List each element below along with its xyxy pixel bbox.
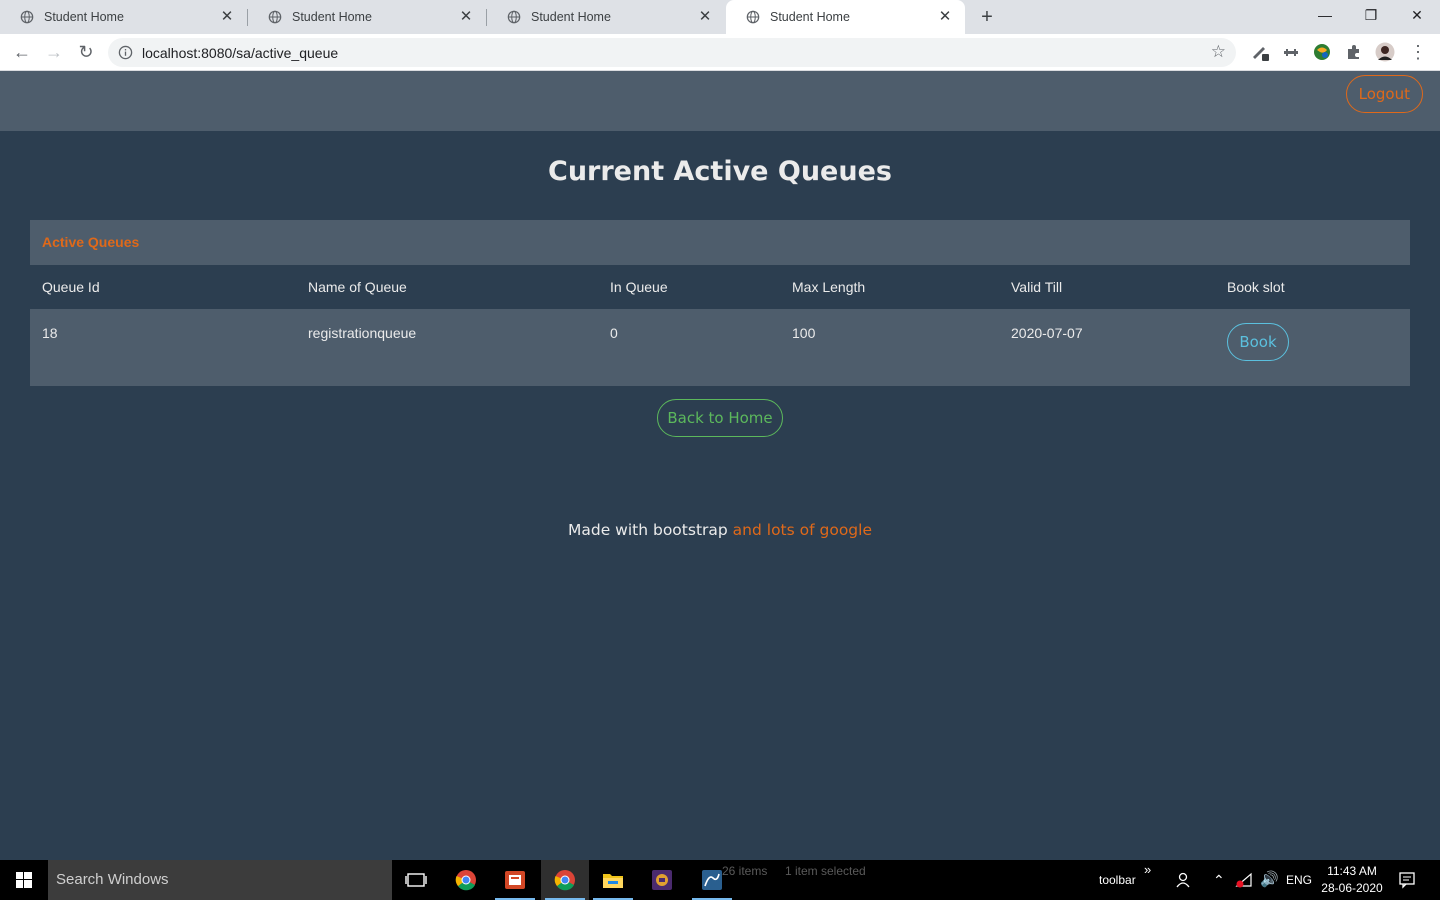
windows-taskbar: Search Windows 26 items 1 item selected … (0, 860, 1440, 900)
close-tab-icon[interactable]: ✕ (937, 9, 953, 25)
language-indicator[interactable]: ENG (1286, 860, 1312, 900)
clock-time: 11:43 AM (1327, 864, 1377, 878)
panel-heading: Active Queues (30, 220, 1410, 265)
task-view-icon[interactable] (392, 860, 440, 900)
game-taskbar-icon[interactable] (638, 860, 686, 900)
cell-valid-till: 2020-07-07 (999, 309, 1215, 386)
site-navbar: Logout (0, 71, 1440, 131)
logout-button[interactable]: Logout (1345, 75, 1423, 113)
cell-max-length: 100 (780, 309, 999, 386)
close-tab-icon[interactable]: ✕ (697, 9, 713, 25)
cell-queue-id: 18 (30, 309, 296, 386)
browser-tab[interactable]: Student Home ✕ (0, 0, 247, 34)
table-row: 18 registrationqueue 0 100 2020-07-07 Bo… (30, 309, 1410, 386)
column-header-queue-id: Queue Id (30, 265, 296, 309)
globe-icon (507, 10, 521, 24)
notifications-icon[interactable] (1398, 871, 1416, 889)
clock-date: 28-06-2020 (1321, 881, 1383, 895)
forward-arrow-icon[interactable]: → (42, 40, 66, 64)
column-header-max-length: Max Length (780, 265, 999, 309)
footer: Made with bootstrap and lots of google (0, 521, 1440, 539)
globe-icon (746, 10, 760, 24)
puzzle-extensions-icon[interactable] (1344, 42, 1364, 62)
chevron-up-icon[interactable]: ⌃ (1213, 860, 1225, 900)
chrome-taskbar-icon[interactable] (442, 860, 490, 900)
pen-extension-icon[interactable] (1250, 42, 1270, 62)
close-window-icon[interactable]: ✕ (1394, 0, 1440, 30)
chevron-double-right-icon[interactable]: » (1144, 860, 1151, 880)
column-header-name: Name of Queue (296, 265, 598, 309)
restore-icon[interactable]: ❐ (1348, 0, 1394, 30)
browser-tab-active[interactable]: Student Home ✕ (726, 0, 965, 34)
back-to-home-button[interactable]: Back to Home (657, 399, 783, 437)
chrome-menu-icon[interactable]: ⋮ (1406, 40, 1430, 64)
tab-title: Student Home (531, 10, 611, 24)
active-queues-panel: Active Queues Queue Id Name of Queue In … (30, 220, 1410, 386)
globe-extension-icon[interactable] (1312, 42, 1332, 62)
globe-icon (20, 10, 34, 24)
tab-title: Student Home (292, 10, 372, 24)
tab-title: Student Home (770, 10, 850, 24)
minimize-icon[interactable]: — (1302, 0, 1348, 30)
page-title: Current Active Queues (548, 156, 892, 187)
browser-tabstrip: Student Home ✕ Student Home ✕ Student Ho… (0, 0, 1440, 34)
browser-tab[interactable]: Student Home ✕ (487, 0, 725, 34)
column-header-in-queue: In Queue (598, 265, 780, 309)
explorer-ghost-item-count: 26 items (722, 864, 768, 878)
cell-queue-name: registrationqueue (296, 309, 598, 386)
tab-title: Student Home (44, 10, 124, 24)
close-tab-icon[interactable]: ✕ (219, 9, 235, 25)
taskbar-clock[interactable]: 11:43 AM 28-06-2020 (1318, 863, 1386, 897)
globe-icon (268, 10, 282, 24)
footer-text: Made with bootstrap (568, 521, 728, 539)
table-header-row: Queue Id Name of Queue In Queue Max Leng… (30, 265, 1410, 309)
file-explorer-taskbar-icon[interactable] (589, 860, 637, 900)
speaker-icon[interactable]: 🔊 (1260, 860, 1279, 900)
info-icon (118, 45, 133, 60)
cell-book-slot: Book (1215, 309, 1410, 386)
network-icon[interactable] (1235, 872, 1253, 888)
browser-tab[interactable]: Student Home ✕ (248, 0, 486, 34)
profile-avatar-icon[interactable] (1375, 42, 1395, 62)
cell-in-queue: 0 (598, 309, 780, 386)
queues-table: Queue Id Name of Queue In Queue Max Leng… (30, 265, 1410, 386)
column-header-book-slot: Book slot (1215, 265, 1410, 309)
footer-link[interactable]: and lots of google (733, 521, 872, 539)
taskbar-search-input[interactable]: Search Windows (48, 860, 392, 900)
bookmark-star-icon[interactable]: ☆ (1211, 42, 1226, 62)
column-header-valid-till: Valid Till (999, 265, 1215, 309)
new-tab-icon[interactable]: + (976, 6, 998, 28)
people-icon[interactable] (1176, 871, 1194, 889)
explorer-ghost-selection: 1 item selected (785, 864, 866, 878)
toolbar-label[interactable]: toolbar (1099, 860, 1136, 900)
chrome-active-taskbar-icon[interactable] (541, 860, 589, 900)
powerpoint-taskbar-icon[interactable] (491, 860, 539, 900)
windows-start-icon[interactable] (0, 860, 48, 900)
browser-toolbar: ← → ↻ localhost:8080/sa/active_queue ☆ ⋮ (0, 34, 1440, 71)
address-bar[interactable]: localhost:8080/sa/active_queue ☆ (108, 38, 1236, 67)
back-arrow-icon[interactable]: ← (10, 40, 34, 64)
book-button[interactable]: Book (1227, 323, 1289, 361)
close-tab-icon[interactable]: ✕ (458, 9, 474, 25)
key-extension-icon[interactable] (1281, 42, 1301, 62)
address-url[interactable]: localhost:8080/sa/active_queue (142, 45, 338, 61)
reload-icon[interactable]: ↻ (74, 40, 98, 64)
